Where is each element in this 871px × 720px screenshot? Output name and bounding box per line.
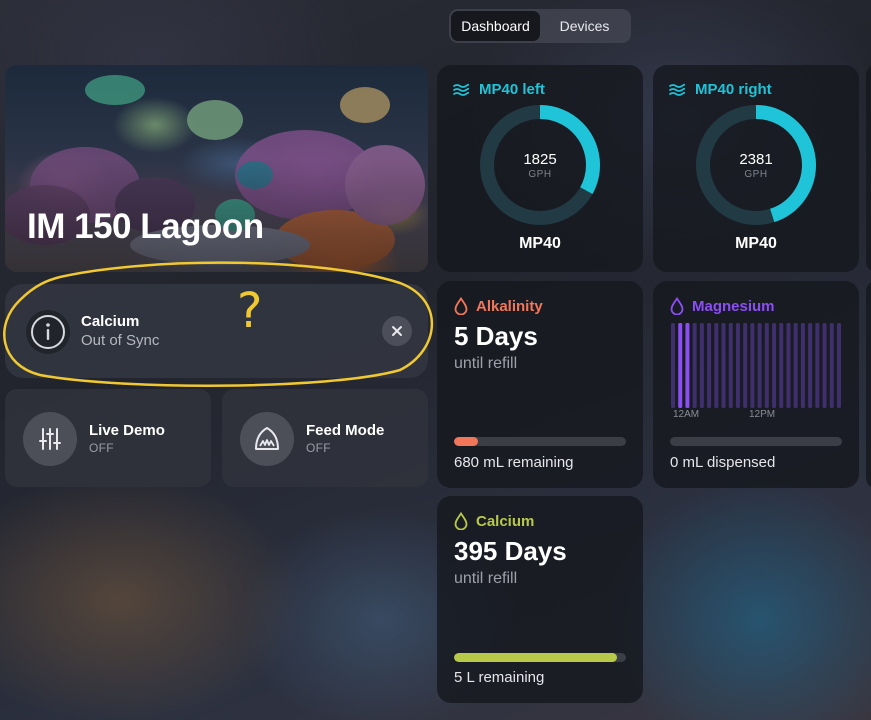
calcium-days: 395 Days [454,536,567,566]
close-icon [392,326,402,336]
pump-name: MP40 right [695,81,772,98]
pump-name: MP40 left [479,81,545,98]
tab-devices[interactable]: Devices [540,11,629,41]
pump-card-left[interactable]: MP40 left 1825 GPH MP40 [437,65,643,272]
view-switcher: Dashboard Devices [449,9,631,43]
droplet-icon [454,297,468,315]
schedule-slot [728,323,733,408]
schedule-slot [772,323,777,408]
schedule-slot [714,323,719,408]
pump-flow-unit: GPH [744,169,768,180]
schedule-slot [779,323,784,408]
alkalinity-level-bar [454,437,626,446]
dismiss-button[interactable] [382,316,412,346]
magnesium-doser-card[interactable]: Magnesium 12AM 12PM 0 mL dispensed [653,281,859,488]
pump-model: MP40 [519,235,561,252]
calcium-name: Calcium [476,512,535,530]
magnesium-name: Magnesium [692,297,775,315]
notification-title: Calcium [81,313,140,330]
magnesium-level-bar [670,437,842,446]
magnesium-dispensed: 0 mL dispensed [670,454,776,471]
schedule-slot [786,323,791,408]
sliders-icon [23,412,77,466]
calcium-doser-card[interactable]: Calcium 395 Days until refill 5 L remain… [437,496,643,703]
tab-dashboard[interactable]: Dashboard [451,11,540,41]
calcium-sync-notification[interactable]: Calcium Out of Sync [5,284,428,378]
schedule-slot [678,323,683,408]
pump-flow-value: 2381 [739,151,773,168]
schedule-slot [721,323,726,408]
schedule-slot [808,323,813,408]
schedule-slot [692,323,697,408]
droplet-icon [454,512,468,530]
live-demo-label: Live Demo [89,422,165,439]
feed-mode-toggle[interactable]: Feed Mode OFF [222,389,428,487]
pump-model: MP40 [735,235,777,252]
schedule-slot [800,323,805,408]
schedule-slot [707,323,712,408]
feed-mode-state: OFF [306,441,331,455]
alkalinity-days: 5 Days [454,321,538,351]
flow-waves-icon [453,83,469,96]
calcium-remaining: 5 L remaining [454,669,545,686]
alkalinity-until: until refill [454,355,518,372]
calcium-until: until refill [454,570,518,587]
tick-12pm: 12PM [749,409,776,420]
calcium-level-bar [454,653,626,662]
alkalinity-remaining: 680 mL remaining [454,454,574,471]
flow-waves-icon [669,83,685,96]
tank-title: IM 150 Lagoon [27,207,264,246]
pump-card-right[interactable]: MP40 right 2381 GPH MP40 [653,65,859,272]
fish-mouth-icon [240,412,294,466]
schedule-slot [829,323,834,408]
alkalinity-name: Alkalinity [476,297,543,315]
partial-card [866,281,871,488]
tank-hero-card[interactable]: IM 150 Lagoon [5,65,428,272]
partial-card [866,65,871,272]
schedule-slot [822,323,827,408]
tick-12am: 12AM [673,409,700,420]
alkalinity-doser-card[interactable]: Alkalinity 5 Days until refill 680 mL re… [437,281,643,488]
schedule-slot [743,323,748,408]
live-demo-toggle[interactable]: Live Demo OFF [5,389,211,487]
schedule-slot [757,323,762,408]
notification-subtitle: Out of Sync [81,332,160,349]
feed-mode-label: Feed Mode [306,422,385,439]
info-icon [26,310,70,354]
schedule-slot [750,323,755,408]
schedule-slot [685,323,690,408]
pump-flow-value: 1825 [523,151,557,168]
schedule-slot [735,323,740,408]
schedule-slot [699,323,704,408]
droplet-icon [670,297,684,315]
schedule-slot [764,323,769,408]
schedule-slot [671,323,675,408]
live-demo-state: OFF [89,441,114,455]
magnesium-dosing-schedule [671,323,841,408]
schedule-slot [793,323,798,408]
schedule-slot [837,323,841,408]
pump-flow-unit: GPH [528,169,552,180]
schedule-slot [815,323,820,408]
